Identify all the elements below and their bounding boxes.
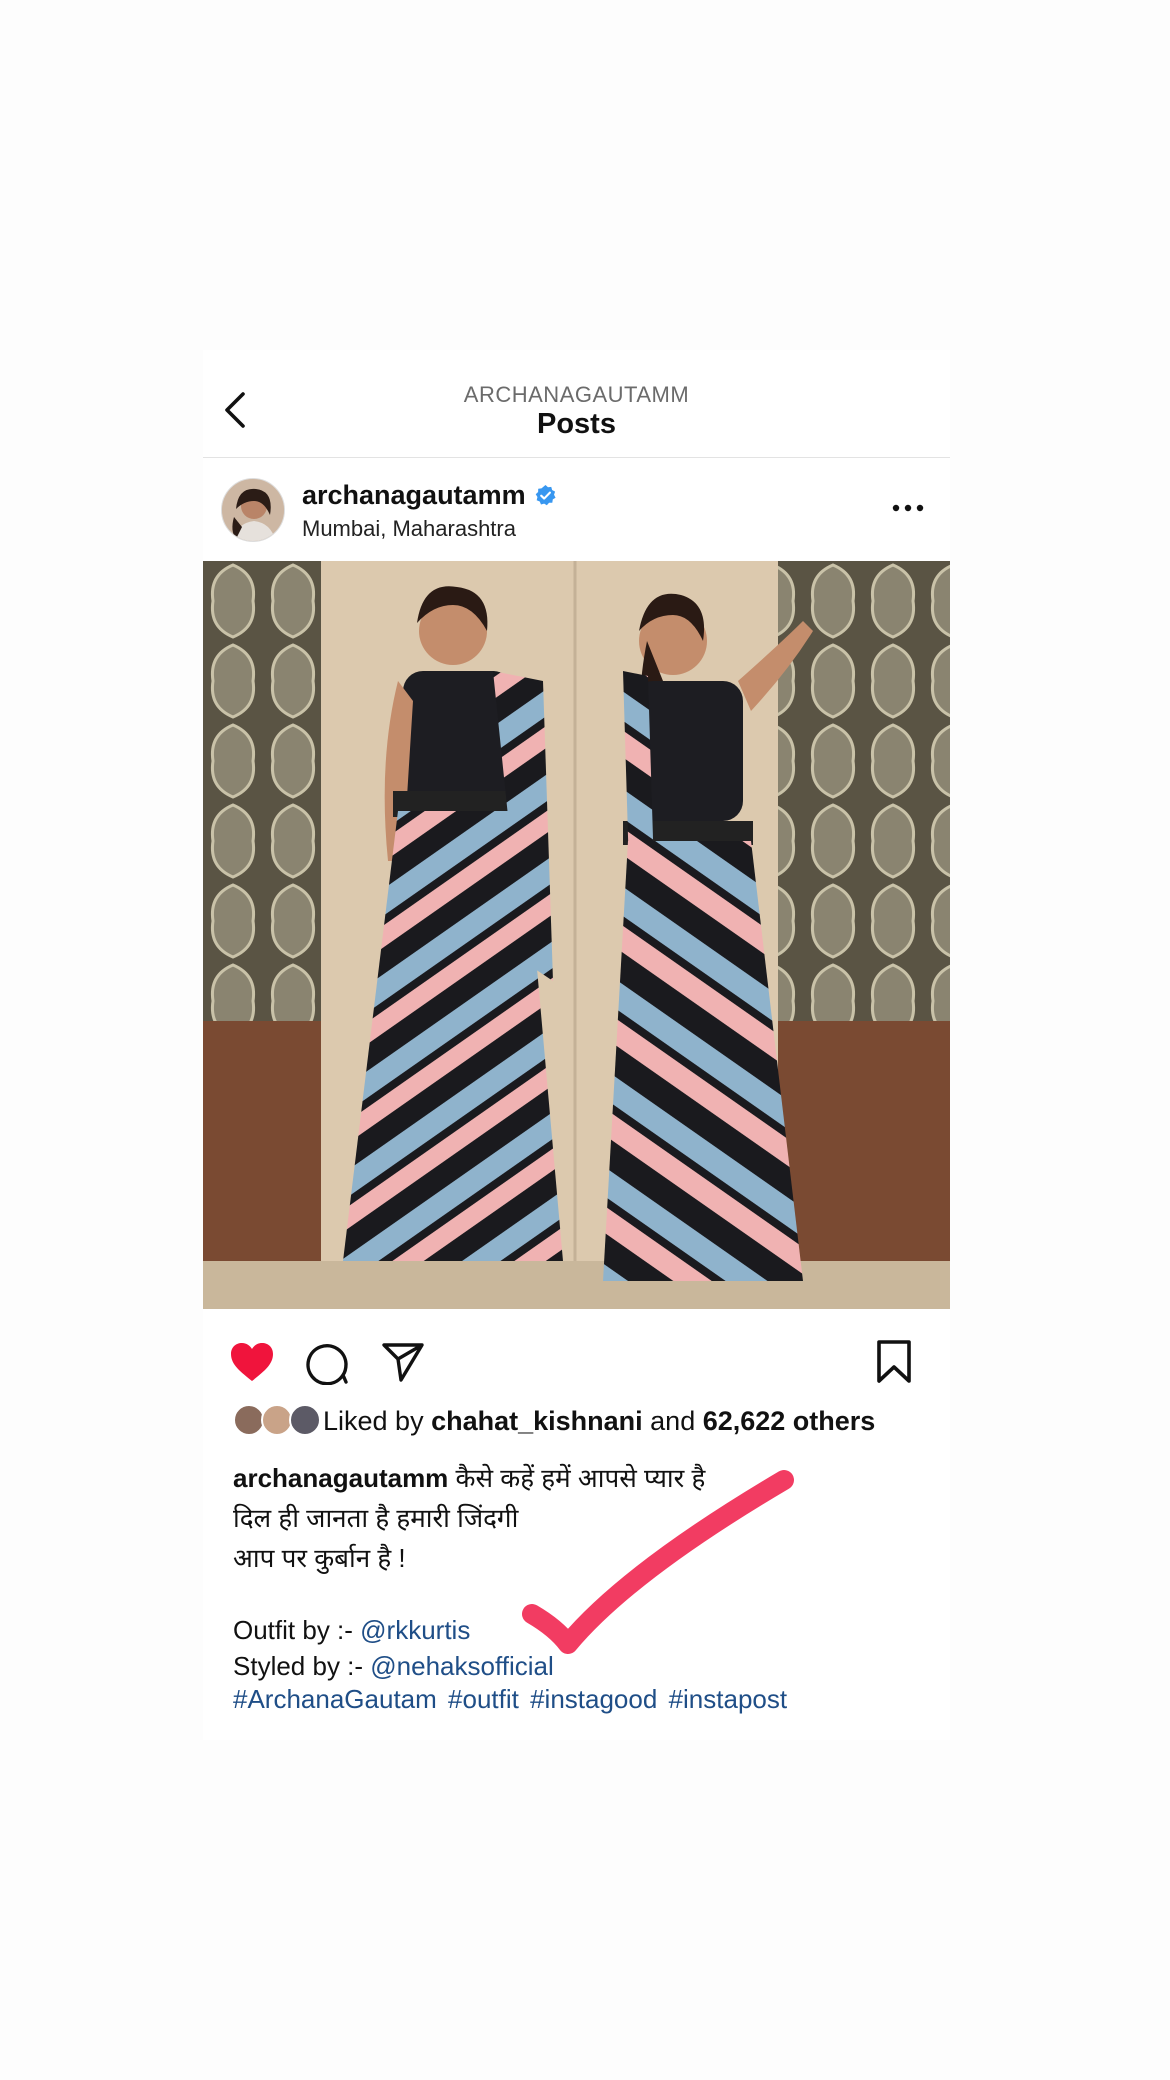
post-location[interactable]: Mumbai, Maharashtra xyxy=(302,516,516,542)
heart-filled-icon xyxy=(231,1343,273,1381)
checkmark-annotation-icon xyxy=(522,1470,794,1654)
outfit-mention-link[interactable]: @rkkurtis xyxy=(360,1615,470,1645)
hashtag-link[interactable]: #instagood xyxy=(530,1684,657,1714)
avatar[interactable] xyxy=(221,478,285,542)
post-photo[interactable] xyxy=(203,561,950,1309)
navigation-bar: ARCHANAGAUTAMM Posts xyxy=(203,350,950,458)
more-options-button[interactable] xyxy=(890,496,926,520)
like-button[interactable] xyxy=(229,1341,275,1388)
avatar xyxy=(289,1404,321,1436)
bookmark-icon xyxy=(877,1340,911,1383)
page-title: Posts xyxy=(537,408,616,440)
more-horizontal-icon xyxy=(892,504,924,512)
outfit-label: Outfit by :- xyxy=(233,1615,361,1645)
comment-icon xyxy=(306,1344,348,1386)
likes-count[interactable]: 62,622 others xyxy=(703,1406,876,1436)
hashtag-link[interactable]: #instapost xyxy=(669,1684,788,1714)
liker-avatars xyxy=(233,1403,323,1439)
liked-by-and: and xyxy=(642,1405,703,1436)
post-username[interactable]: archanagautamm xyxy=(302,480,526,511)
hashtag-link[interactable]: #ArchanaGautam xyxy=(233,1684,437,1714)
send-icon xyxy=(382,1343,424,1382)
styled-label: Styled by :- xyxy=(233,1651,371,1681)
post-header: archanagautamm Mumbai, Maharashtra xyxy=(203,458,950,560)
save-button[interactable] xyxy=(875,1339,913,1390)
hashtag-link[interactable]: #outfit xyxy=(448,1684,519,1714)
profile-username-heading: ARCHANAGAUTAMM xyxy=(463,382,690,407)
share-button[interactable] xyxy=(381,1341,425,1388)
caption-credits: Outfit by :- @rkkurtis Styled by :- @neh… xyxy=(233,1612,554,1684)
verified-badge-icon xyxy=(535,484,556,506)
comment-button[interactable] xyxy=(305,1341,349,1390)
post-actions xyxy=(203,1309,950,1409)
liked-by-user[interactable]: chahat_kishnani xyxy=(431,1406,643,1436)
liked-by-label: Liked by xyxy=(323,1405,432,1436)
caption-username[interactable]: archanagautamm xyxy=(233,1463,448,1493)
likes-summary[interactable]: Liked by chahat_kishnani and 62,622 othe… xyxy=(233,1403,875,1439)
hashtag-list: #ArchanaGautam #outfit #instagood #insta… xyxy=(233,1684,791,1715)
